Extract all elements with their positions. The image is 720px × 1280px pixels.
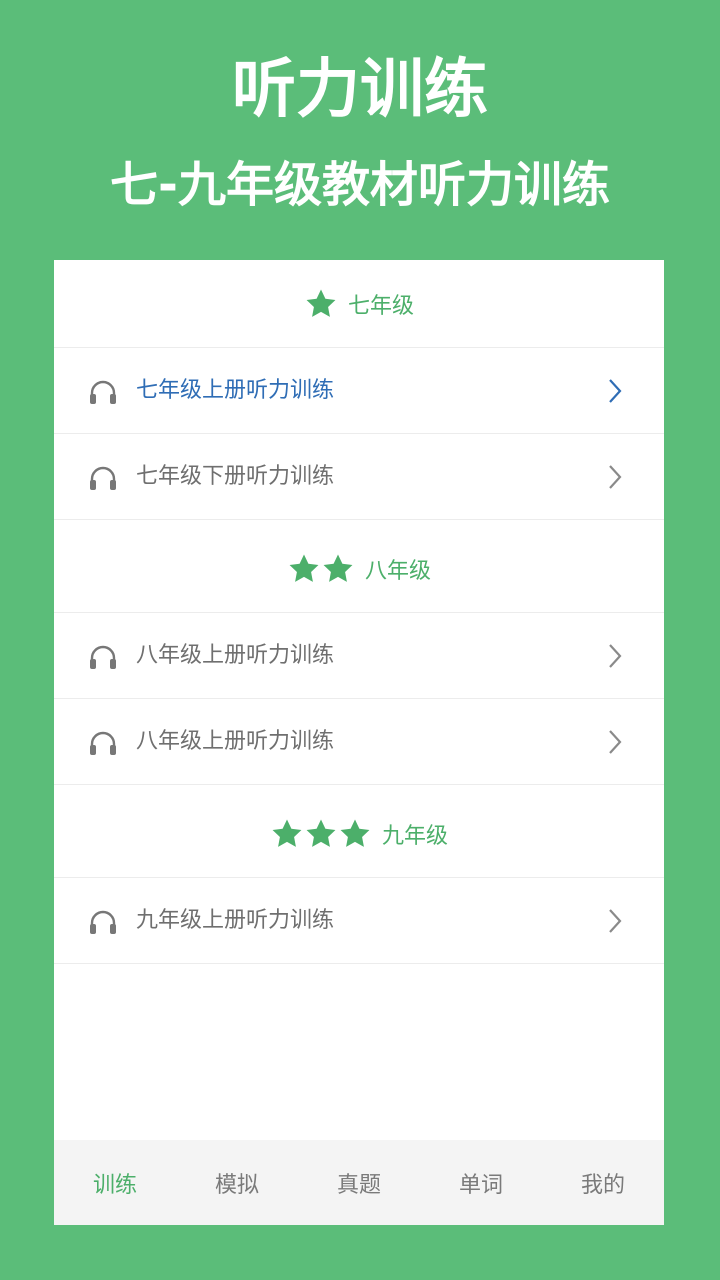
list-item-label: 七年级下册听力训练: [136, 464, 335, 489]
list-item-label: 九年级上册听力训练: [136, 908, 335, 933]
page-title: 听力训练: [232, 53, 488, 127]
headphone-icon: [90, 731, 116, 755]
headphone-icon: [90, 380, 116, 404]
chevron-right-icon: [609, 730, 622, 754]
tab-past-papers[interactable]: 真题: [298, 1140, 420, 1225]
list-item-grade7-up[interactable]: 七年级上册听力训练: [54, 348, 664, 434]
tab-mock[interactable]: 模拟: [176, 1140, 298, 1225]
list-item-grade8-up[interactable]: 八年级上册听力训练: [54, 613, 664, 699]
headphone-icon: [90, 645, 116, 669]
list-item-grade7-down[interactable]: 七年级下册听力训练: [54, 434, 664, 520]
section-label: 八年级: [364, 558, 431, 584]
bottom-tab-bar: 训练 模拟 真题 单词 我的: [54, 1140, 664, 1225]
chevron-right-icon: [609, 379, 622, 403]
tab-profile[interactable]: 我的: [542, 1140, 664, 1225]
chevron-right-icon: [609, 909, 622, 933]
star-group: [304, 287, 338, 321]
star-icon: [289, 554, 319, 582]
list-item-label: 八年级上册听力训练: [136, 729, 335, 754]
star-icon: [306, 819, 336, 847]
section-header-grade8: 八年级: [54, 525, 664, 613]
list-item-grade9-up[interactable]: 九年级上册听力训练: [54, 878, 664, 964]
star-icon: [323, 554, 353, 582]
section-label: 七年级: [347, 293, 414, 319]
headphone-icon: [90, 466, 116, 490]
list-item-grade8-second[interactable]: 八年级上册听力训练: [54, 699, 664, 785]
tab-words[interactable]: 单词: [420, 1140, 542, 1225]
chevron-right-icon: [609, 644, 622, 668]
star-group: [270, 817, 372, 851]
star-icon: [272, 819, 302, 847]
section-label: 九年级: [381, 823, 448, 849]
section-header-grade9: 九年级: [54, 790, 664, 878]
star-group: [287, 552, 355, 586]
headphone-icon: [90, 910, 116, 934]
section-header-grade7: 七年级: [54, 260, 664, 348]
chevron-right-icon: [609, 465, 622, 489]
page-subtitle: 七-九年级教材听力训练: [110, 157, 610, 213]
star-icon: [306, 289, 336, 317]
tab-training[interactable]: 训练: [54, 1140, 176, 1225]
listening-card: 七年级 七年级上册听力训练 七年级下册听力训练 八年级 八年级上册听力训练 八年…: [54, 260, 664, 1225]
list-item-label: 七年级上册听力训练: [136, 378, 335, 403]
list-item-label: 八年级上册听力训练: [136, 643, 335, 668]
star-icon: [340, 819, 370, 847]
